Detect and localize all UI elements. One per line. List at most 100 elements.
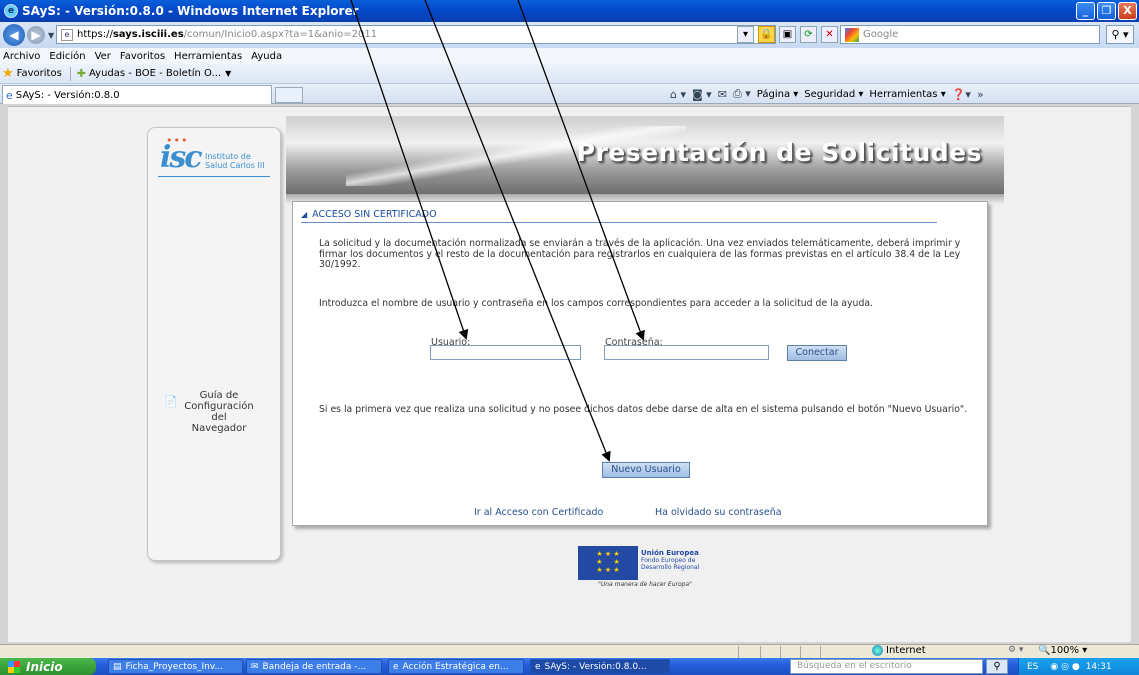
seguridad-label: Seguridad xyxy=(804,88,856,100)
menu-favoritos[interactable]: Favoritos xyxy=(120,51,165,62)
favorites-bar: ★ Favoritos ✚ Ayudas - BOE - Boletín O..… xyxy=(0,64,1139,84)
tab-row: e SAyS: - Versión:0.8.0 ⌂ ▾ ◙ ▾ ✉ ⎙ ▾ Pá… xyxy=(0,84,1139,104)
divider xyxy=(158,176,270,177)
username-input[interactable] xyxy=(430,345,581,360)
eu-line3: Desarrollo Regional xyxy=(641,564,700,571)
section-header: ◢ ACCESO SIN CERTIFICADO xyxy=(301,209,437,220)
start-label: Inicio xyxy=(26,659,63,674)
eu-logo: ★ ★ ★ ★ ★ ★ ★ ★ Unión Europea Fondo Europe… xyxy=(577,546,713,588)
minimize-button[interactable]: _ xyxy=(1076,2,1095,20)
chevron-down-icon: ▼ xyxy=(225,69,232,78)
divider xyxy=(69,66,71,81)
history-dropdown-icon[interactable]: ▼ xyxy=(48,31,54,40)
menu-archivo[interactable]: Archivo xyxy=(3,51,40,62)
taskbar-item[interactable]: e Acción Estratégica en... xyxy=(388,659,524,674)
divider xyxy=(301,222,937,223)
globe-icon xyxy=(872,645,883,656)
favorites-label: Favoritos xyxy=(16,68,62,79)
tab-says[interactable]: e SAyS: - Versión:0.8.0 xyxy=(2,85,272,104)
forward-button[interactable]: ▶ xyxy=(27,26,45,44)
zoom-control[interactable]: 🔍100% ▾ xyxy=(1038,645,1087,656)
desktop-search-button[interactable]: ⚲ xyxy=(986,659,1008,674)
menu-pagina[interactable]: Página ▾ xyxy=(757,89,799,100)
protected-mode-icon[interactable]: ⚙ ▾ xyxy=(1008,645,1023,655)
security-zone[interactable]: Internet xyxy=(872,645,926,656)
new-user-button[interactable]: Nuevo Usuario xyxy=(602,462,690,478)
connect-button[interactable]: Conectar xyxy=(787,345,847,361)
lock-icon[interactable]: 🔒 xyxy=(758,26,775,43)
back-button[interactable]: ◀ xyxy=(3,24,25,46)
pdf-icon[interactable]: 📄 xyxy=(164,395,178,409)
address-bar[interactable]: e https:// says.isciii.es /comun/Inicio0… xyxy=(56,25,776,44)
google-icon xyxy=(845,27,859,42)
search-placeholder: Google xyxy=(863,29,899,40)
menu-edicion[interactable]: Edición xyxy=(49,51,85,62)
logo-line1: Instituto de xyxy=(205,152,251,161)
help-icon[interactable]: ❓▾ xyxy=(952,88,971,101)
page-icon: e xyxy=(61,28,73,41)
eu-motto: "Una manera de hacer Europa" xyxy=(598,581,692,588)
stop-icon[interactable]: ✕ xyxy=(821,26,838,43)
menu-herramientas-cmd[interactable]: Herramientas ▾ xyxy=(869,89,945,100)
ie-icon: e xyxy=(535,661,541,672)
zoom-level: 100% xyxy=(1050,645,1080,656)
certificate-access-link[interactable]: Ir al Acceso con Certificado xyxy=(474,507,603,518)
tray-icons[interactable]: ◉ ◎ ● xyxy=(1050,662,1079,672)
search-input[interactable]: Google xyxy=(840,25,1100,44)
address-toolbar: ◀ ▶ ▼ e https:// says.isciii.es /comun/I… xyxy=(0,22,1139,48)
window-title-bar: e SAyS: - Versión:0.8.0 - Windows Intern… xyxy=(0,0,1139,22)
menu-ayuda[interactable]: Ayuda xyxy=(251,51,282,62)
more-icon[interactable]: » xyxy=(977,88,984,101)
divider xyxy=(760,646,761,658)
url-host: says.isciii.es xyxy=(112,29,184,40)
menu-seguridad[interactable]: Seguridad ▾ xyxy=(804,89,863,100)
taskbar-item-label: Ficha_Proyectos_Inv... xyxy=(125,661,224,672)
eu-flag-icon: ★ ★ ★ ★ ★ ★ ★ ★ xyxy=(578,546,638,580)
taskbar-item[interactable]: ✉ Bandeja de entrada -... xyxy=(246,659,382,674)
eu-text: Unión Europea Fondo Europeo de Desarroll… xyxy=(641,549,713,572)
refresh-icon[interactable]: ⟳ xyxy=(800,26,817,43)
search-button[interactable]: ⚲ ▾ xyxy=(1106,25,1134,44)
browser-config-guide-link[interactable]: Guía de Configuración del Navegador xyxy=(184,390,254,434)
section-title: ACCESO SIN CERTIFICADO xyxy=(312,209,437,220)
menu-herramientas[interactable]: Herramientas xyxy=(174,51,242,62)
pagina-label: Página xyxy=(756,88,791,100)
password-input[interactable] xyxy=(604,345,769,360)
divider xyxy=(738,646,739,658)
home-icon[interactable]: ⌂ ▾ xyxy=(670,88,686,101)
word-doc-icon: ▤ xyxy=(113,661,122,672)
print-icon[interactable]: ⎙ ▾ xyxy=(733,87,751,101)
status-bar: Internet ⚙ ▾ 🔍100% ▾ xyxy=(0,644,1139,658)
maximize-button[interactable]: ❐ xyxy=(1097,2,1116,20)
ie-page-icon: e xyxy=(6,88,13,102)
divider xyxy=(820,646,821,658)
zone-label: Internet xyxy=(886,645,926,656)
logo-text: Instituto de Salud Carlos III xyxy=(205,152,265,170)
divider xyxy=(800,646,801,658)
favorites-button[interactable]: ★ Favoritos xyxy=(0,66,62,81)
address-dropdown-icon[interactable]: ▾ xyxy=(737,26,754,43)
clock[interactable]: 14:31 xyxy=(1086,662,1112,672)
divider xyxy=(780,646,781,658)
windows-flag-icon xyxy=(8,660,20,673)
menu-bar: Archivo Edición Ver Favoritos Herramient… xyxy=(0,48,1139,64)
feeds-icon[interactable]: ◙ ▾ xyxy=(692,88,712,101)
mail-icon[interactable]: ✉ xyxy=(718,88,727,101)
new-tab-button[interactable] xyxy=(275,87,303,103)
login-panel: ◢ ACCESO SIN CERTIFICADO La solicitud y … xyxy=(292,201,988,526)
eu-line1: Unión Europea xyxy=(641,549,699,557)
taskbar-item-active[interactable]: e SAyS: - Versión:0.8.0... xyxy=(530,659,670,674)
taskbar-item[interactable]: ▤ Ficha_Proyectos_Inv... xyxy=(108,659,243,674)
desktop-search-input[interactable]: Búsqueda en el escritorio xyxy=(790,659,983,674)
forgot-password-link[interactable]: Ha olvidado su contraseña xyxy=(655,507,782,518)
favorite-item-boe[interactable]: ✚ Ayudas - BOE - Boletín O... ▼ xyxy=(77,67,231,80)
menu-ver[interactable]: Ver xyxy=(95,51,111,62)
compat-view-icon[interactable]: ▣ xyxy=(779,26,796,43)
taskbar-item-label: Acción Estratégica en... xyxy=(402,661,509,672)
start-button[interactable]: Inicio xyxy=(0,658,96,675)
close-button[interactable]: X xyxy=(1118,2,1137,20)
triangle-icon: ◢ xyxy=(301,210,308,219)
ie-icon: e xyxy=(393,661,399,672)
instructions-text: Introduzca el nombre de usuario y contra… xyxy=(319,298,873,309)
language-indicator[interactable]: ES xyxy=(1027,662,1038,672)
